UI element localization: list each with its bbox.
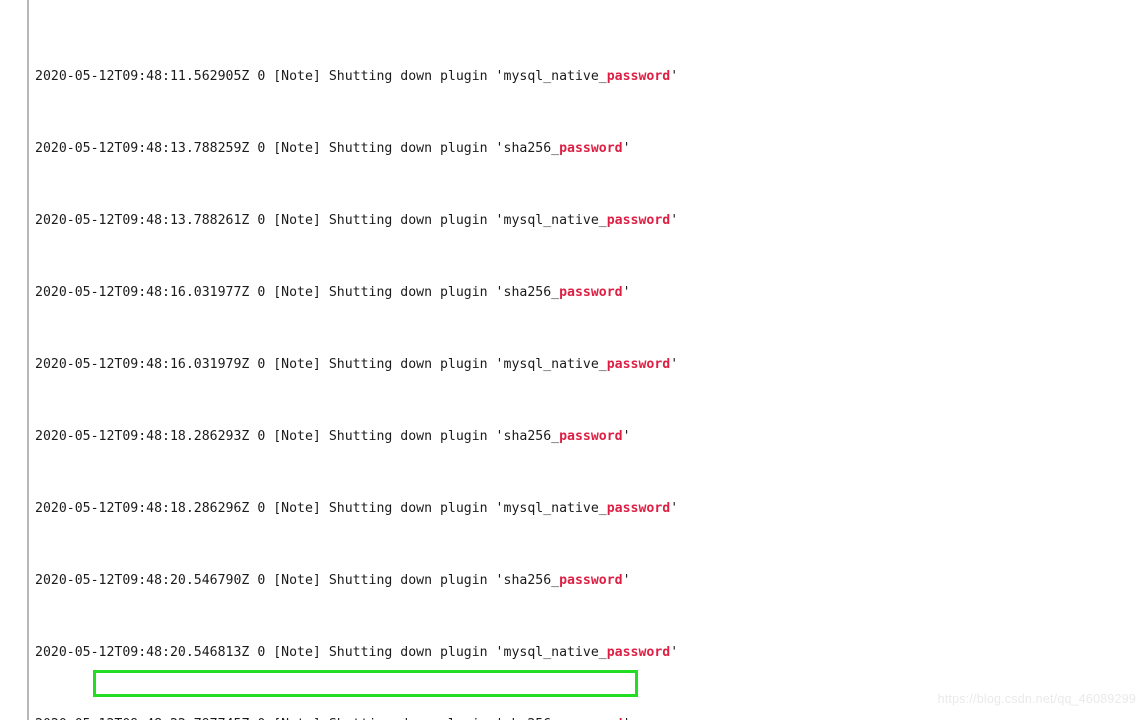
log-timestamp: 2020-05-12T09:48:16.031979Z [35, 357, 250, 372]
log-timestamp: 2020-05-12T09:48:18.286293Z [35, 429, 250, 444]
log-line: 2020-05-12T09:48:13.788261Z 0 [Note] Shu… [35, 212, 1135, 230]
log-line: 2020-05-12T09:48:20.546790Z 0 [Note] Shu… [35, 572, 1135, 590]
log-line: 2020-05-12T09:48:13.788259Z 0 [Note] Shu… [35, 140, 1135, 158]
log-level: [Note] [273, 573, 321, 588]
log-thread-id: 0 [257, 429, 266, 444]
log-message: Shutting down plugin 'sha256_ [328, 285, 560, 300]
log-line: 2020-05-12T09:48:11.562905Z 0 [Note] Shu… [35, 68, 1135, 86]
password-keyword: password [559, 141, 623, 156]
log-thread-id: 0 [257, 573, 266, 588]
log-message: Shutting down plugin 'mysql_native_ [328, 501, 607, 516]
password-keyword: password [606, 645, 671, 660]
password-keyword: password [606, 213, 671, 228]
log-message: Shutting down plugin 'sha256_ [328, 573, 560, 588]
log-timestamp: 2020-05-12T09:48:16.031977Z [35, 285, 250, 300]
log-line: 2020-05-12T09:48:18.286293Z 0 [Note] Shu… [35, 428, 1135, 446]
log-timestamp: 2020-05-12T09:48:11.562905Z [35, 69, 250, 84]
log-line: 2020-05-12T09:48:18.286296Z 0 [Note] Shu… [35, 500, 1135, 518]
password-keyword: password [606, 357, 671, 372]
log-line: 2020-05-12T09:48:20.546813Z 0 [Note] Shu… [35, 644, 1135, 662]
log-message-tail: ' [670, 69, 679, 84]
log-message: Shutting down plugin 'mysql_native_ [328, 357, 607, 372]
log-timestamp: 2020-05-12T09:48:13.788259Z [35, 141, 250, 156]
log-message-tail: ' [670, 357, 679, 372]
log-message-tail: ' [622, 141, 631, 156]
log-level: [Note] [273, 429, 321, 444]
log-timestamp: 2020-05-12T09:48:20.546790Z [35, 573, 250, 588]
password-keyword: password [559, 429, 623, 444]
log-thread-id: 0 [257, 141, 266, 156]
log-thread-id: 0 [257, 285, 266, 300]
log-message: Shutting down plugin 'sha256_ [328, 141, 560, 156]
log-thread-id: 0 [257, 645, 266, 660]
log-message-tail: ' [670, 645, 679, 660]
password-keyword: password [606, 69, 671, 84]
log-thread-id: 0 [257, 213, 266, 228]
terminal-window[interactable]: 2020-05-12T09:48:11.562905Z 0 [Note] Shu… [0, 0, 1144, 720]
log-thread-id: 0 [257, 357, 266, 372]
log-level: [Note] [273, 501, 321, 516]
log-message: Shutting down plugin 'sha256_ [328, 429, 560, 444]
watermark-text: https://blog.csdn.net/qq_46089299 [937, 692, 1136, 706]
log-timestamp: 2020-05-12T09:48:20.546813Z [35, 645, 250, 660]
log-message-tail: ' [670, 213, 679, 228]
terminal-left-gutter-rule [27, 0, 29, 720]
terminal-output-area[interactable]: 2020-05-12T09:48:11.562905Z 0 [Note] Shu… [35, 0, 1135, 720]
log-level: [Note] [273, 69, 321, 84]
log-timestamp: 2020-05-12T09:48:18.286296Z [35, 501, 250, 516]
password-keyword: password [559, 285, 623, 300]
log-level: [Note] [273, 285, 321, 300]
log-message: Shutting down plugin 'mysql_native_ [328, 69, 607, 84]
log-timestamp: 2020-05-12T09:48:13.788261Z [35, 213, 250, 228]
password-keyword: password [606, 501, 671, 516]
log-line: 2020-05-12T09:48:16.031979Z 0 [Note] Shu… [35, 356, 1135, 374]
log-thread-id: 0 [257, 69, 266, 84]
log-level: [Note] [273, 141, 321, 156]
log-message-tail: ' [622, 573, 631, 588]
log-message-tail: ' [622, 285, 631, 300]
log-thread-id: 0 [257, 501, 266, 516]
log-message: Shutting down plugin 'mysql_native_ [328, 645, 607, 660]
password-keyword: password [559, 573, 623, 588]
log-message-tail: ' [670, 501, 679, 516]
log-level: [Note] [273, 357, 321, 372]
log-line: 2020-05-12T09:48:22.797745Z 0 [Note] Shu… [35, 716, 1135, 720]
log-message: Shutting down plugin 'mysql_native_ [328, 213, 607, 228]
log-message-tail: ' [622, 429, 631, 444]
log-level: [Note] [273, 213, 321, 228]
log-line: 2020-05-12T09:48:16.031977Z 0 [Note] Shu… [35, 284, 1135, 302]
log-level: [Note] [273, 645, 321, 660]
